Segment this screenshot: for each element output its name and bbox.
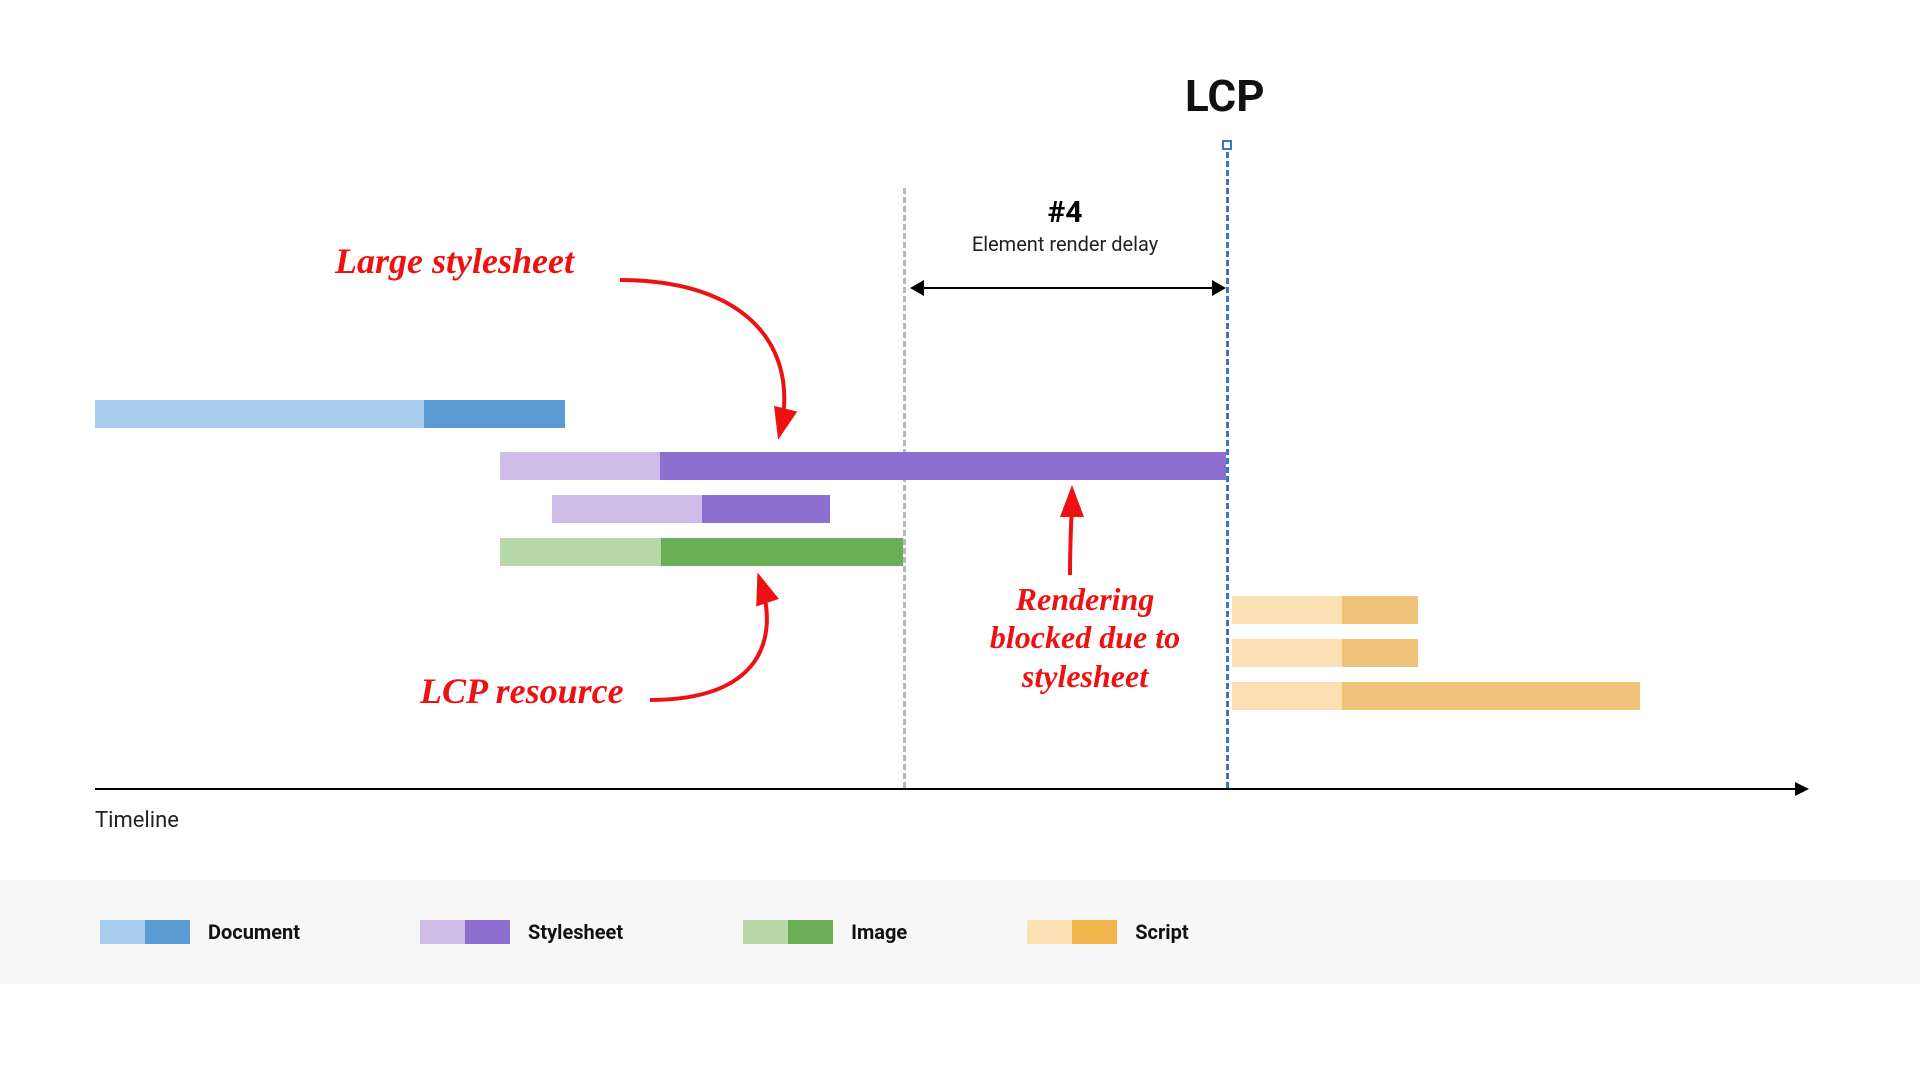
bar-stylesheet-large — [500, 452, 1226, 480]
phase-subtitle: Element render delay — [905, 232, 1225, 256]
legend: Document Stylesheet Image Script — [0, 880, 1920, 984]
bar-image-lcp — [500, 538, 903, 566]
annotation-lcp-resource: LCP resource — [420, 670, 624, 713]
phase-arrow-left — [910, 280, 924, 296]
legend-label-image: Image — [851, 920, 907, 944]
diagram-canvas: LCP #4 Element render delay — [0, 0, 1920, 1080]
phase-label: #4 Element render delay — [905, 195, 1225, 256]
annotation-lcp-resource-arrow — [640, 570, 840, 730]
legend-item-image: Image — [743, 920, 907, 944]
lcp-marker-line — [1226, 152, 1229, 788]
swatch-image — [743, 920, 833, 944]
timeline-axis-label: Timeline — [95, 808, 179, 833]
bar-script-2 — [1232, 639, 1418, 667]
phase-number: #4 — [905, 195, 1225, 230]
legend-label-document: Document — [208, 920, 300, 944]
lcp-marker-handle — [1222, 140, 1232, 150]
legend-item-stylesheet: Stylesheet — [420, 920, 623, 944]
bar-document — [95, 400, 565, 428]
annotation-large-stylesheet: Large stylesheet — [335, 240, 574, 283]
legend-item-document: Document — [100, 920, 300, 944]
swatch-script — [1027, 920, 1117, 944]
bar-stylesheet-2 — [552, 495, 830, 523]
render-start-marker-line — [903, 188, 906, 788]
bar-script-3 — [1232, 682, 1640, 710]
lcp-marker-label: LCP — [1185, 70, 1265, 122]
legend-label-stylesheet: Stylesheet — [528, 920, 623, 944]
bar-script-1 — [1232, 596, 1418, 624]
legend-label-script: Script — [1135, 920, 1188, 944]
legend-item-script: Script — [1027, 920, 1188, 944]
timeline-axis-arrow — [1795, 782, 1809, 796]
swatch-document — [100, 920, 190, 944]
timeline-axis — [95, 788, 1795, 790]
swatch-stylesheet — [420, 920, 510, 944]
phase-arrow-right — [1212, 280, 1226, 296]
annotation-rendering-blocked-arrow — [1050, 485, 1110, 580]
annotation-rendering-blocked: Rendering blocked due to stylesheet — [955, 580, 1215, 695]
phase-arrow-line — [924, 287, 1212, 289]
annotation-large-stylesheet-arrow — [610, 270, 850, 460]
